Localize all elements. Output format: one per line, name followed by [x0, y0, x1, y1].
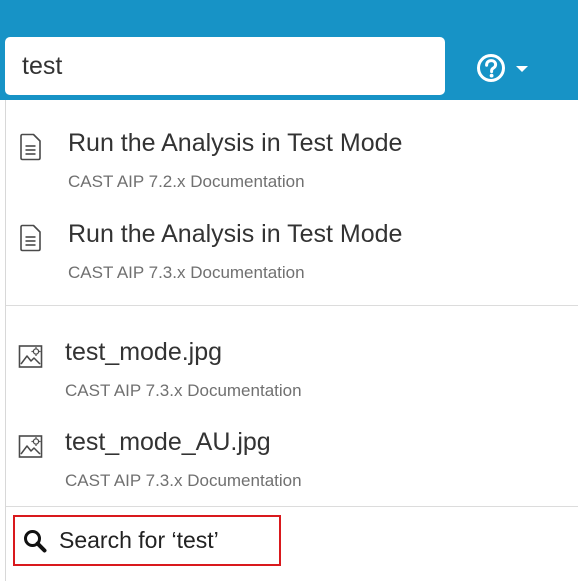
search-input-value: test — [22, 51, 63, 80]
result-source: CAST AIP 7.2.x Documentation — [68, 172, 305, 191]
caret-down-icon — [516, 66, 528, 72]
help-menu-button[interactable] — [476, 46, 556, 90]
result-source: CAST AIP 7.3.x Documentation — [65, 471, 302, 490]
document-icon — [20, 133, 41, 161]
search-for-label: Search for ‘test’ — [59, 527, 219, 553]
result-title: test_mode_AU.jpg — [65, 428, 271, 456]
header-bar: test — [0, 0, 578, 100]
image-file-icon — [18, 345, 43, 368]
help-circle-icon — [477, 54, 505, 82]
results-divider — [6, 506, 578, 507]
result-title: test_mode.jpg — [65, 338, 223, 366]
results-divider — [6, 305, 578, 306]
image-file-icon — [18, 435, 43, 458]
result-source: CAST AIP 7.3.x Documentation — [65, 381, 302, 400]
result-title: Run the Analysis in Test Mode — [68, 129, 403, 157]
search-for-button[interactable]: Search for ‘test’ — [13, 515, 281, 566]
search-icon — [24, 529, 47, 552]
search-results-dropdown: Run the Analysis in Test Mode CAST AIP 7… — [5, 100, 578, 581]
result-source: CAST AIP 7.3.x Documentation — [68, 263, 305, 282]
document-icon — [20, 224, 41, 252]
result-title: Run the Analysis in Test Mode — [68, 220, 403, 248]
search-input[interactable]: test — [5, 37, 445, 95]
